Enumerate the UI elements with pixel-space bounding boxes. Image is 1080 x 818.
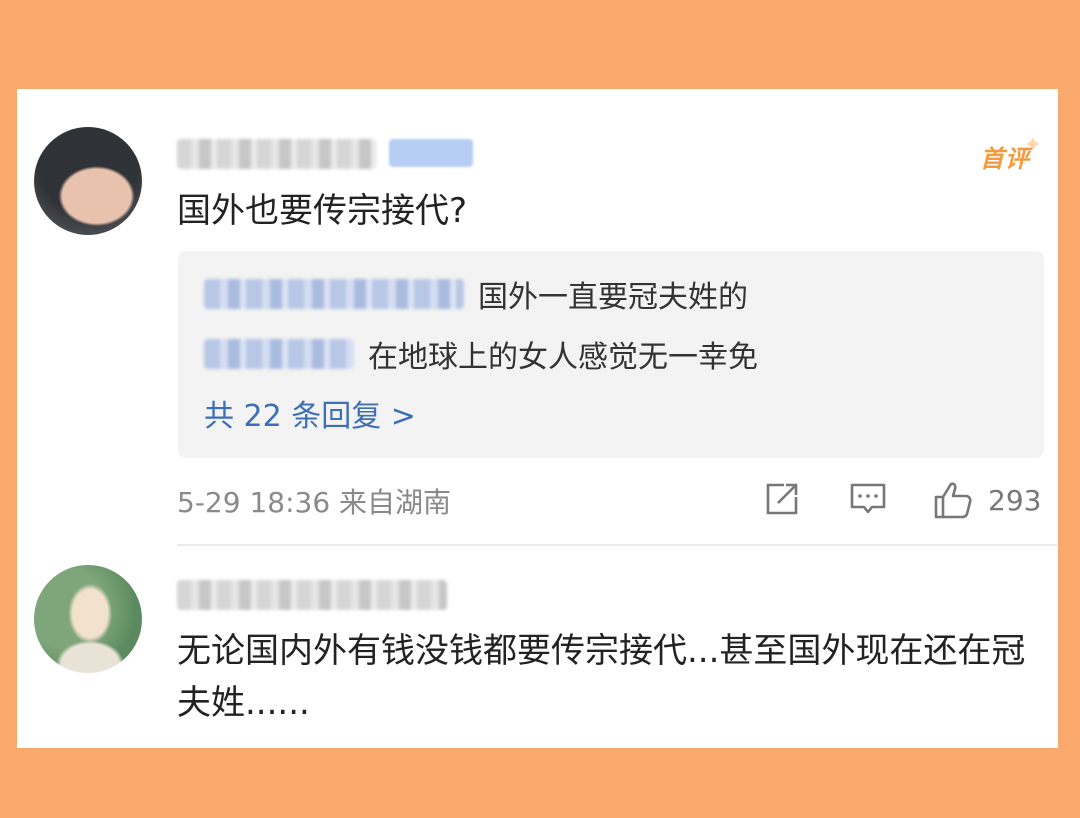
username-blurred[interactable] — [177, 139, 377, 169]
reply-item[interactable]: 在地球上的女人感觉无一幸免 — [204, 331, 758, 377]
comment-button[interactable] — [847, 479, 889, 519]
avatar[interactable] — [34, 127, 142, 235]
comment-meta: 5-29 18:36 来自湖南 — [177, 486, 452, 519]
share-button[interactable] — [762, 479, 802, 519]
user-badge — [389, 139, 473, 167]
comment-text: 国外也要传宗接代? — [177, 191, 468, 231]
avatar[interactable] — [34, 565, 142, 673]
comment-card: ✦ 首评 国外也要传宗接代? 国外一直要冠夫姓的 在地球上的女人感觉无一幸免 共… — [17, 89, 1058, 748]
reply-item[interactable]: 国外一直要冠夫姓的 — [204, 271, 748, 317]
reply-username-blurred[interactable] — [204, 279, 464, 309]
comment-text: 无论国内外有钱没钱都要传宗接代...甚至国外现在还在冠夫姓...... — [177, 631, 1026, 723]
like-icon — [934, 482, 972, 519]
like-button[interactable]: 293 — [932, 479, 1041, 521]
username-blurred[interactable] — [177, 580, 447, 610]
reply-preview-box[interactable]: 国外一直要冠夫姓的 在地球上的女人感觉无一幸免 共 22 条回复 > — [178, 251, 1044, 458]
like-count: 293 — [988, 483, 1042, 517]
first-comment-badge: ✦ 首评 — [980, 133, 1042, 173]
view-all-replies-link[interactable]: 共 22 条回复 > — [204, 391, 416, 435]
comment-icon — [850, 483, 886, 514]
reply-username-blurred[interactable] — [204, 339, 354, 369]
divider — [177, 544, 1058, 546]
share-icon — [766, 483, 798, 515]
